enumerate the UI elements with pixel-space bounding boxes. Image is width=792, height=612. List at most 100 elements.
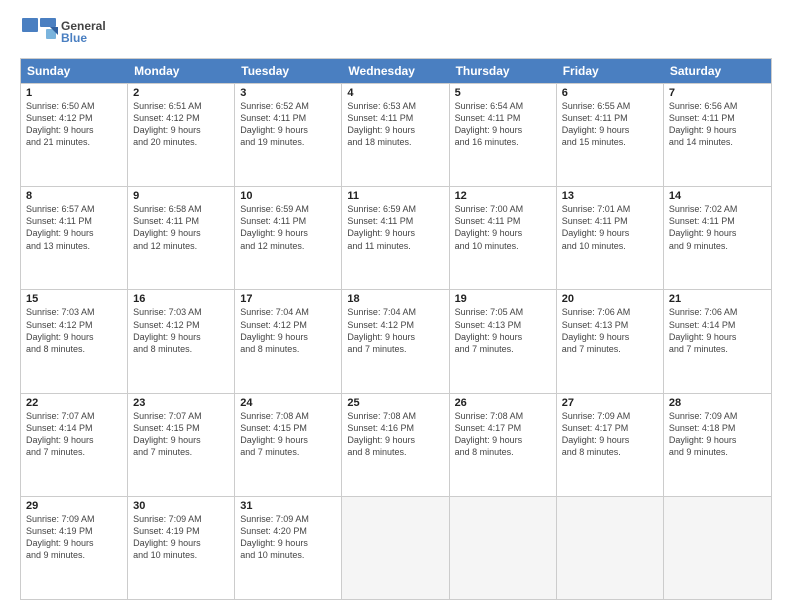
day-number: 5	[455, 87, 551, 99]
calendar-cell	[557, 497, 664, 599]
calendar-cell: 30Sunrise: 7:09 AM Sunset: 4:19 PM Dayli…	[128, 497, 235, 599]
day-number: 15	[26, 293, 122, 305]
day-number: 20	[562, 293, 658, 305]
calendar-cell: 3Sunrise: 6:52 AM Sunset: 4:11 PM Daylig…	[235, 84, 342, 186]
calendar-cell: 28Sunrise: 7:09 AM Sunset: 4:18 PM Dayli…	[664, 394, 771, 496]
day-number: 7	[669, 87, 766, 99]
day-number: 6	[562, 87, 658, 99]
calendar-cell: 19Sunrise: 7:05 AM Sunset: 4:13 PM Dayli…	[450, 290, 557, 392]
day-number: 17	[240, 293, 336, 305]
calendar-cell: 14Sunrise: 7:02 AM Sunset: 4:11 PM Dayli…	[664, 187, 771, 289]
header-day-saturday: Saturday	[664, 59, 771, 83]
calendar-cell: 25Sunrise: 7:08 AM Sunset: 4:16 PM Dayli…	[342, 394, 449, 496]
calendar-cell: 10Sunrise: 6:59 AM Sunset: 4:11 PM Dayli…	[235, 187, 342, 289]
day-number: 24	[240, 397, 336, 409]
day-number: 26	[455, 397, 551, 409]
calendar-cell: 4Sunrise: 6:53 AM Sunset: 4:11 PM Daylig…	[342, 84, 449, 186]
day-number: 14	[669, 190, 766, 202]
calendar-cell: 26Sunrise: 7:08 AM Sunset: 4:17 PM Dayli…	[450, 394, 557, 496]
logo-svg	[20, 16, 58, 48]
day-info: Sunrise: 7:03 AM Sunset: 4:12 PM Dayligh…	[133, 306, 229, 355]
day-number: 21	[669, 293, 766, 305]
day-info: Sunrise: 7:09 AM Sunset: 4:18 PM Dayligh…	[669, 410, 766, 459]
day-info: Sunrise: 6:55 AM Sunset: 4:11 PM Dayligh…	[562, 100, 658, 149]
day-number: 27	[562, 397, 658, 409]
calendar-week-5: 29Sunrise: 7:09 AM Sunset: 4:19 PM Dayli…	[21, 496, 771, 599]
day-info: Sunrise: 7:07 AM Sunset: 4:15 PM Dayligh…	[133, 410, 229, 459]
header-day-tuesday: Tuesday	[235, 59, 342, 83]
day-number: 1	[26, 87, 122, 99]
calendar-cell	[342, 497, 449, 599]
day-number: 16	[133, 293, 229, 305]
calendar-cell: 22Sunrise: 7:07 AM Sunset: 4:14 PM Dayli…	[21, 394, 128, 496]
day-info: Sunrise: 6:53 AM Sunset: 4:11 PM Dayligh…	[347, 100, 443, 149]
header: General Blue	[20, 16, 772, 48]
day-info: Sunrise: 7:08 AM Sunset: 4:16 PM Dayligh…	[347, 410, 443, 459]
day-number: 9	[133, 190, 229, 202]
day-info: Sunrise: 6:59 AM Sunset: 4:11 PM Dayligh…	[347, 203, 443, 252]
page: General Blue SundayMondayTuesdayWednesda…	[0, 0, 792, 612]
day-info: Sunrise: 7:06 AM Sunset: 4:13 PM Dayligh…	[562, 306, 658, 355]
day-info: Sunrise: 7:05 AM Sunset: 4:13 PM Dayligh…	[455, 306, 551, 355]
calendar-week-2: 8Sunrise: 6:57 AM Sunset: 4:11 PM Daylig…	[21, 186, 771, 289]
day-number: 23	[133, 397, 229, 409]
calendar-week-4: 22Sunrise: 7:07 AM Sunset: 4:14 PM Dayli…	[21, 393, 771, 496]
day-info: Sunrise: 7:06 AM Sunset: 4:14 PM Dayligh…	[669, 306, 766, 355]
day-info: Sunrise: 7:09 AM Sunset: 4:17 PM Dayligh…	[562, 410, 658, 459]
day-number: 8	[26, 190, 122, 202]
calendar-cell	[664, 497, 771, 599]
calendar-cell: 18Sunrise: 7:04 AM Sunset: 4:12 PM Dayli…	[342, 290, 449, 392]
day-info: Sunrise: 6:58 AM Sunset: 4:11 PM Dayligh…	[133, 203, 229, 252]
day-info: Sunrise: 6:59 AM Sunset: 4:11 PM Dayligh…	[240, 203, 336, 252]
calendar-cell: 2Sunrise: 6:51 AM Sunset: 4:12 PM Daylig…	[128, 84, 235, 186]
calendar-week-1: 1Sunrise: 6:50 AM Sunset: 4:12 PM Daylig…	[21, 83, 771, 186]
day-info: Sunrise: 7:08 AM Sunset: 4:15 PM Dayligh…	[240, 410, 336, 459]
day-number: 19	[455, 293, 551, 305]
header-day-thursday: Thursday	[450, 59, 557, 83]
day-number: 2	[133, 87, 229, 99]
calendar-cell: 5Sunrise: 6:54 AM Sunset: 4:11 PM Daylig…	[450, 84, 557, 186]
day-info: Sunrise: 6:52 AM Sunset: 4:11 PM Dayligh…	[240, 100, 336, 149]
day-info: Sunrise: 6:56 AM Sunset: 4:11 PM Dayligh…	[669, 100, 766, 149]
day-info: Sunrise: 7:09 AM Sunset: 4:19 PM Dayligh…	[26, 513, 122, 562]
day-number: 18	[347, 293, 443, 305]
calendar-week-3: 15 Sunrise: 7:03 AM Sunset: 4:12 PM Dayli…	[21, 289, 771, 392]
day-number: 10	[240, 190, 336, 202]
day-info: Sunrise: 6:54 AM Sunset: 4:11 PM Dayligh…	[455, 100, 551, 149]
calendar-cell: 27Sunrise: 7:09 AM Sunset: 4:17 PM Dayli…	[557, 394, 664, 496]
calendar-cell: 13Sunrise: 7:01 AM Sunset: 4:11 PM Dayli…	[557, 187, 664, 289]
day-info: Sunrise: 6:51 AM Sunset: 4:12 PM Dayligh…	[133, 100, 229, 149]
day-info: Sunrise: 7:02 AM Sunset: 4:11 PM Dayligh…	[669, 203, 766, 252]
calendar-cell: 21Sunrise: 7:06 AM Sunset: 4:14 PM Dayli…	[664, 290, 771, 392]
calendar-cell: 24Sunrise: 7:08 AM Sunset: 4:15 PM Dayli…	[235, 394, 342, 496]
day-number: 12	[455, 190, 551, 202]
calendar-body: 1Sunrise: 6:50 AM Sunset: 4:12 PM Daylig…	[21, 83, 771, 599]
calendar: SundayMondayTuesdayWednesdayThursdayFrid…	[20, 58, 772, 600]
calendar-header: SundayMondayTuesdayWednesdayThursdayFrid…	[21, 59, 771, 83]
day-number: 11	[347, 190, 443, 202]
day-number: 29	[26, 500, 122, 512]
logo: General Blue	[20, 16, 106, 48]
header-day-monday: Monday	[128, 59, 235, 83]
day-info: Sunrise: 7:01 AM Sunset: 4:11 PM Dayligh…	[562, 203, 658, 252]
day-number: 25	[347, 397, 443, 409]
day-info: Sunrise: 6:57 AM Sunset: 4:11 PM Dayligh…	[26, 203, 122, 252]
day-info: Sunrise: 7:04 AM Sunset: 4:12 PM Dayligh…	[240, 306, 336, 355]
calendar-cell: 1Sunrise: 6:50 AM Sunset: 4:12 PM Daylig…	[21, 84, 128, 186]
calendar-cell	[450, 497, 557, 599]
calendar-cell: 11Sunrise: 6:59 AM Sunset: 4:11 PM Dayli…	[342, 187, 449, 289]
calendar-cell: 29Sunrise: 7:09 AM Sunset: 4:19 PM Dayli…	[21, 497, 128, 599]
day-number: 13	[562, 190, 658, 202]
header-day-friday: Friday	[557, 59, 664, 83]
calendar-cell: 7Sunrise: 6:56 AM Sunset: 4:11 PM Daylig…	[664, 84, 771, 186]
day-info: Sunrise: 6:50 AM Sunset: 4:12 PM Dayligh…	[26, 100, 122, 149]
day-number: 28	[669, 397, 766, 409]
logo-text-blue: Blue	[61, 32, 106, 44]
calendar-cell: 17Sunrise: 7:04 AM Sunset: 4:12 PM Dayli…	[235, 290, 342, 392]
day-number: 4	[347, 87, 443, 99]
logo-text-block: General Blue	[61, 20, 106, 44]
day-info: Sunrise: 7:04 AM Sunset: 4:12 PM Dayligh…	[347, 306, 443, 355]
calendar-cell: 15Sunrise: 7:03 AM Sunset: 4:12 PM Dayli…	[21, 290, 128, 392]
day-info: Sunrise: 7:00 AM Sunset: 4:11 PM Dayligh…	[455, 203, 551, 252]
day-number: 31	[240, 500, 336, 512]
